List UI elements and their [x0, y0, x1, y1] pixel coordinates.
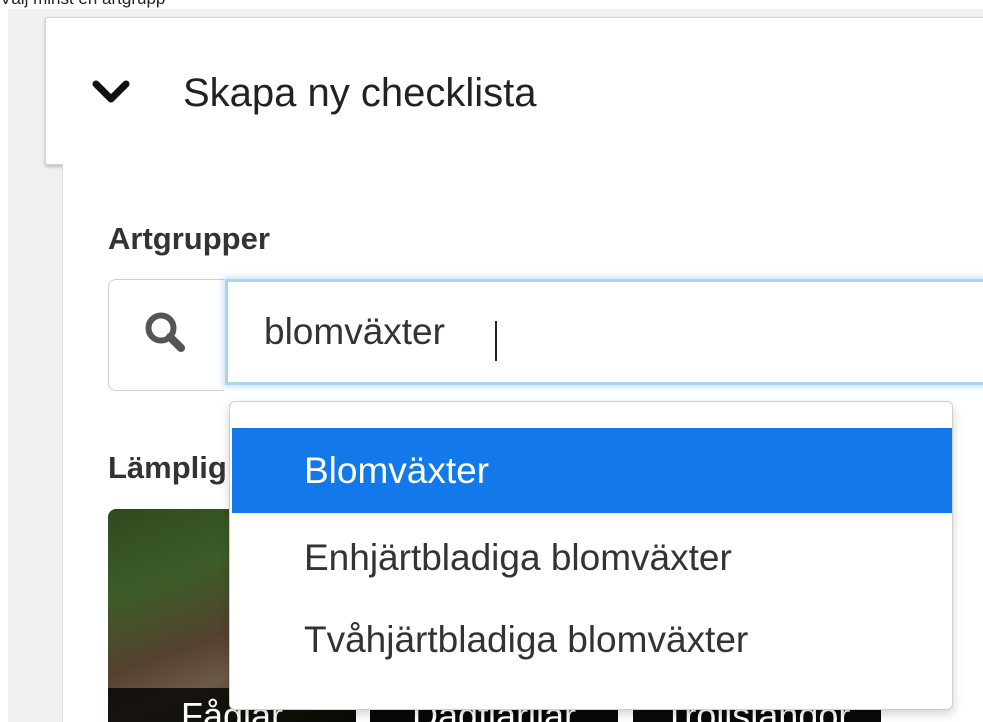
search-addon: [108, 279, 224, 391]
artgrupper-search-input[interactable]: [225, 279, 983, 385]
text-caret: [495, 321, 497, 361]
lamplig-label: Lämplig: [108, 450, 227, 485]
left-strip: [0, 9, 8, 722]
autocomplete-dropdown: Blomväxter Enhjärtbladiga blomväxter Två…: [229, 401, 953, 710]
suggestion-item-enhjartbladiga[interactable]: Enhjärtbladiga blomväxter: [232, 515, 952, 600]
top-cut-text: Välj minst en artgrupp: [0, 0, 165, 9]
card-title[interactable]: Skapa ny checklista: [183, 70, 537, 116]
artgrupper-label: Artgrupper: [108, 221, 270, 256]
suggestion-item-tvahjartbladiga[interactable]: Tvåhjärtbladiga blomväxter: [232, 597, 952, 682]
search-icon: [145, 312, 185, 352]
artgrupper-search-group: [108, 279, 983, 391]
chevron-down-icon[interactable]: [92, 80, 130, 104]
suggestion-item-blomvaxter[interactable]: Blomväxter: [232, 428, 952, 513]
